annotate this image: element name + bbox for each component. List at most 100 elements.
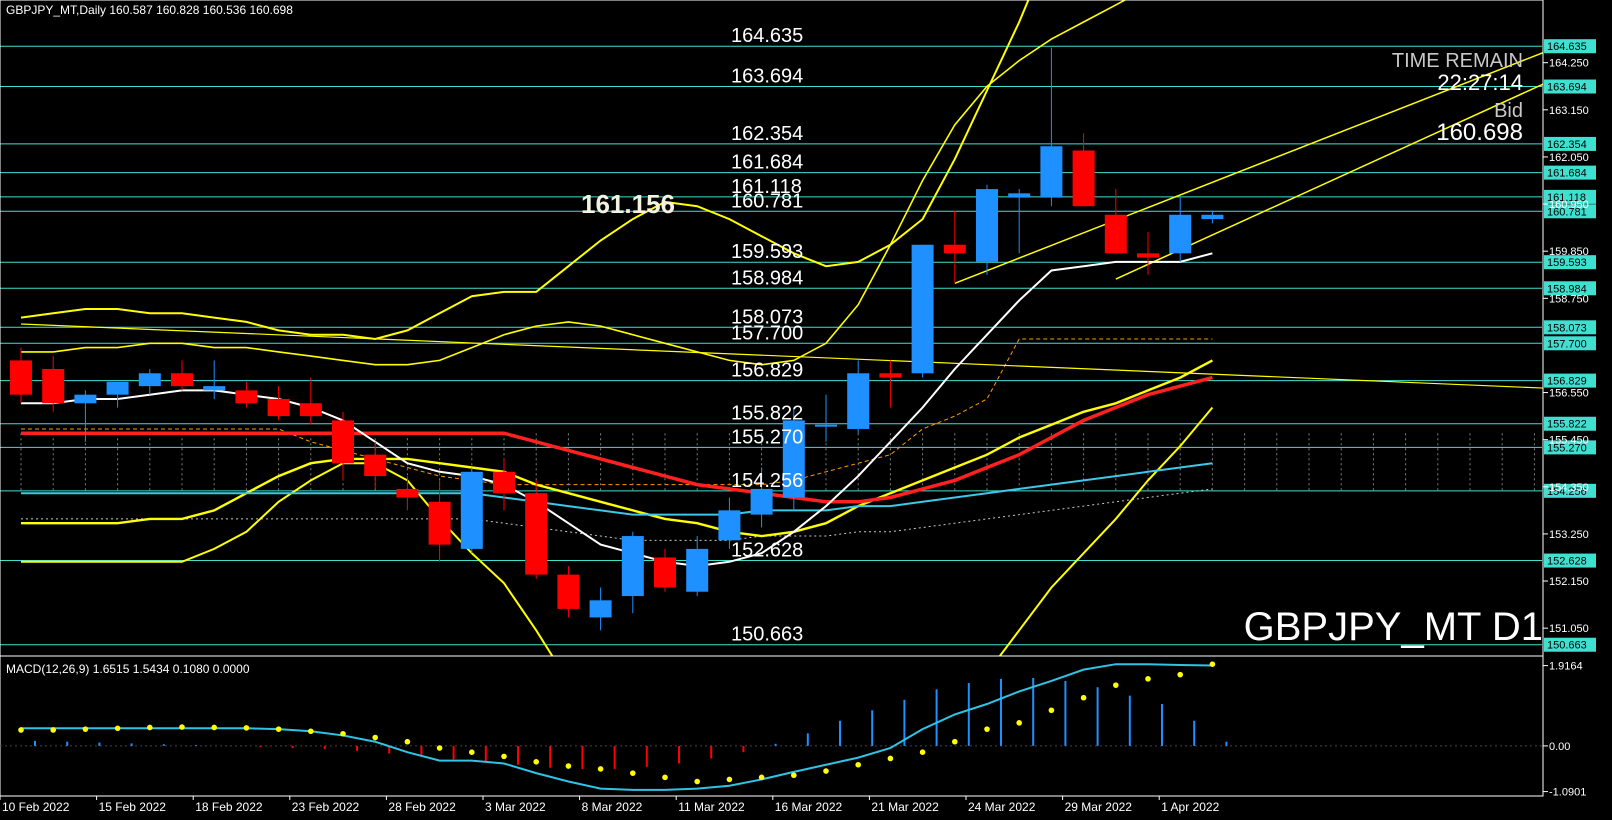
candle-body: [364, 454, 387, 477]
level-tag-text: 163.694: [1547, 82, 1587, 94]
candle-body: [976, 189, 998, 262]
macd-signal-dot: [1016, 720, 1022, 726]
macd-signal-dot: [823, 768, 829, 774]
macd-signal-dot: [662, 774, 668, 781]
candle-body: [10, 360, 32, 395]
macd-signal-dot: [1145, 676, 1151, 682]
level-label: 152.628: [731, 540, 803, 562]
macd-signal-dot: [1177, 671, 1183, 678]
candle-body: [1040, 146, 1063, 198]
level-label: 159.593: [731, 241, 803, 263]
candles: [10, 47, 1224, 631]
price-chart[interactable]: 164.635163.694162.354161.684161.118160.7…: [0, 0, 1612, 820]
x-tick-label: 8 Mar 2022: [582, 800, 643, 814]
candle-body: [815, 424, 837, 427]
macd-signal-dot: [114, 725, 121, 732]
macd-signal-dot: [179, 724, 185, 730]
macd-signal-dot: [436, 745, 443, 751]
candle-body: [525, 493, 548, 575]
macd-signal-dot: [404, 738, 411, 745]
level-label: 162.354: [731, 123, 803, 145]
macd-signal-dot: [565, 763, 572, 769]
level-tag-text: 161.684: [1547, 168, 1587, 180]
y-tick-label: 156.550: [1549, 388, 1589, 400]
macd-signal-dot: [1113, 682, 1119, 688]
level-tag-text: 157.700: [1547, 338, 1587, 350]
level-label: 161.684: [731, 152, 803, 174]
level-label: 157.700: [731, 322, 803, 344]
candle-body: [203, 386, 226, 391]
level-label: 155.270: [731, 426, 803, 448]
y-tick-label: 153.250: [1549, 529, 1589, 541]
symbol-watermark: GBPJPY_MT D1: [1244, 605, 1543, 649]
macd-signal-dot: [1080, 694, 1087, 701]
level-label: 156.829: [731, 360, 803, 382]
candle-body: [460, 471, 483, 549]
macd-signal-dot: [243, 725, 250, 731]
level-tag-text: 164.635: [1547, 41, 1587, 53]
candle-body: [943, 244, 966, 254]
candle-body: [911, 244, 934, 374]
level-tag-text: 155.822: [1547, 419, 1587, 431]
candle-body: [42, 368, 65, 404]
y-tick-label: 155.450: [1549, 435, 1589, 447]
candle-body: [171, 373, 193, 387]
macd-signal-dot: [1048, 707, 1055, 714]
y-tick-label: 163.150: [1549, 105, 1589, 117]
candle-body: [589, 600, 612, 618]
candle-body: [879, 373, 902, 378]
macd-signal-dot: [630, 770, 636, 776]
x-tick-label: 10 Feb 2022: [2, 800, 70, 814]
x-tick-label: 11 Mar 2022: [678, 800, 745, 814]
time-remain-title: TIME REMAIN: [1392, 50, 1523, 72]
macd-signal-dot: [597, 766, 604, 772]
candle-body: [557, 574, 580, 609]
macd-signal-dot: [758, 774, 765, 781]
candle-body: [1137, 253, 1159, 258]
candle-body: [1104, 214, 1127, 254]
level-tag-text: 158.073: [1547, 322, 1587, 334]
candle-body: [847, 373, 870, 429]
candle-body: [1169, 214, 1192, 254]
level-labels: 164.635163.694162.354161.684161.118160.7…: [731, 25, 803, 646]
macd-signal-dot: [275, 726, 282, 732]
y-tick-label: 151.050: [1549, 623, 1589, 635]
x-tick-label: 18 Feb 2022: [195, 800, 263, 814]
x-tick-label: 28 Feb 2022: [388, 800, 456, 814]
level-label: 163.694: [731, 66, 803, 88]
candle-body: [1008, 193, 1031, 198]
macd-signal-dot: [984, 726, 990, 732]
candle-body: [396, 488, 419, 498]
macd-signal-dot: [340, 730, 346, 737]
macd-signal-dot: [533, 759, 539, 765]
candle-body: [621, 536, 644, 597]
candle-body: [299, 403, 322, 417]
time-axis: 10 Feb 2022 15 Feb 2022 18 Feb 2022 23 Feb …: [0, 796, 1220, 814]
y-tick-label: 152.150: [1549, 576, 1589, 588]
macd-header: MACD(12,26,9) 1.6515 1.5434 0.1080 0.000…: [6, 662, 250, 676]
x-tick-label: 23 Feb 2022: [292, 800, 360, 814]
candle-body: [74, 394, 97, 404]
level-label: 164.635: [731, 25, 803, 47]
y-tick-label: 162.050: [1549, 152, 1589, 164]
macd-signal-dot: [501, 753, 507, 760]
macd-signal-dot: [147, 724, 153, 731]
macd-tick-label: -1.0901: [1549, 787, 1586, 799]
x-tick-label: 24 Mar 2022: [968, 800, 1036, 814]
y-tick-label: 160.950: [1549, 199, 1589, 211]
candle-body: [235, 390, 258, 404]
macd-signal-dot: [919, 749, 926, 755]
white-moving-average: [21, 252, 1213, 568]
candle-body: [138, 373, 161, 387]
macd-signal-dot: [887, 755, 894, 762]
candle-body: [750, 488, 773, 515]
indicator-lines: [20, 0, 1543, 656]
candle-body: [106, 381, 129, 395]
level-tag-text: 162.354: [1547, 139, 1587, 151]
candle-body: [332, 420, 354, 464]
big-price-label: 161.156: [581, 189, 675, 219]
level-label: 150.663: [731, 624, 803, 646]
macd-panel: [0, 661, 1543, 791]
level-tag-text: 159.593: [1547, 257, 1587, 269]
bid-value: 160.698: [1436, 119, 1523, 146]
